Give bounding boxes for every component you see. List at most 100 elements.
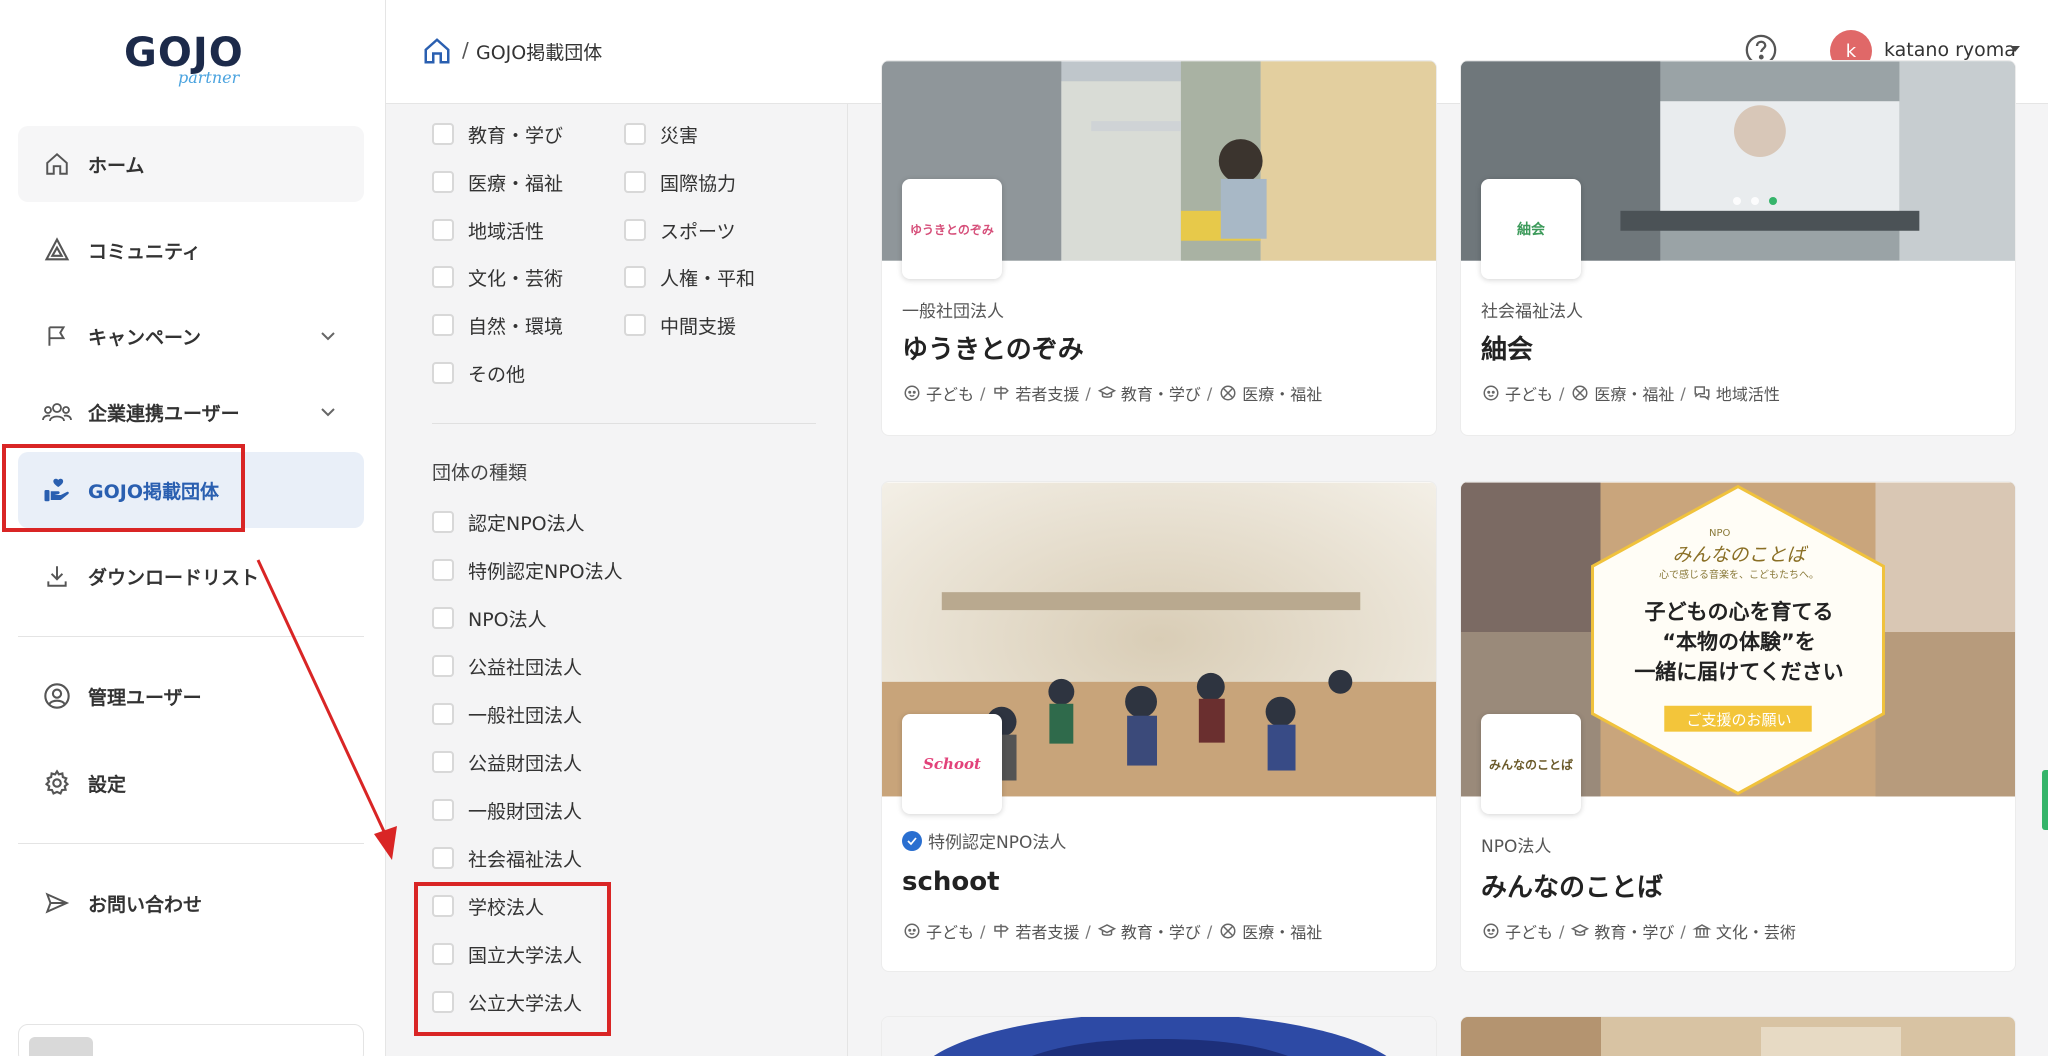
checkbox[interactable] [432,219,454,241]
checkbox[interactable] [624,219,646,241]
checkbox[interactable] [432,751,454,773]
sidebar-item-label: キャンペーン [88,326,202,349]
organization-name: みんなのことば [1481,873,1664,903]
organization-card[interactable]: Schoot 特例認定NPO法人 schoot 子ども / 若者支援 / 教育・学び… [881,481,1437,972]
org-type-title: 団体の種類 [432,462,528,484]
organization-logo: Schoot [902,714,1002,814]
graduation-cap-icon [1097,921,1117,941]
banner-headline: “本物の体験”を [1662,630,1816,654]
user-name[interactable]: katano ryoma [1884,39,2016,61]
checkbox[interactable] [432,799,454,821]
medical-icon [1218,921,1238,941]
checkbox[interactable] [432,314,454,336]
organization-card[interactable]: 紬会 社会福祉法人 紬会 子ども / 医療・福祉 / 地域活性 [1460,60,2016,436]
organization-name: ゆうきとのぞみ [902,335,1084,365]
child-icon [902,383,922,403]
checkbox[interactable] [432,171,454,193]
checkbox[interactable] [624,171,646,193]
filter-category-intermediary[interactable]: 中間支援 [624,310,736,340]
carousel-dot[interactable] [1751,197,1759,205]
sidebar-item-corporate-users[interactable]: 企業連携ユーザー [18,374,364,450]
users-icon [40,395,74,429]
filter-org-type[interactable]: 特例認定NPO法人 [432,555,623,585]
checkbox[interactable] [624,314,646,336]
gojo-logo[interactable]: GOJO partner [124,30,264,90]
checkbox[interactable] [432,559,454,581]
sidebar-item-home[interactable]: ホーム [18,126,364,202]
filter-org-type[interactable]: 社会福祉法人 [432,843,582,873]
sidebar-item-label: 設定 [88,773,127,796]
filter-category-sports[interactable]: スポーツ [624,215,736,245]
sidebar-item-contact[interactable]: お問い合わせ [18,865,364,941]
checkbox-label: 社会福祉法人 [468,848,583,871]
sidebar-item-label: お問い合わせ [88,893,203,916]
organization-tags: 子ども / 若者支援 / 教育・学び / 医療・福祉 [902,381,1322,405]
checkbox[interactable] [624,123,646,145]
checkbox[interactable] [432,847,454,869]
filter-category-education[interactable]: 教育・学び [432,119,563,149]
sidebar-item-download-list[interactable]: ダウンロードリスト [18,538,364,614]
sidebar-item-community[interactable]: コミュニティ [18,212,364,288]
child-icon [1481,921,1501,941]
tag: 若者支援 / [991,381,1096,405]
sidebar-item-settings[interactable]: 設定 [18,745,364,821]
organization-card[interactable] [881,1016,1437,1056]
graduation-cap-icon [1570,921,1590,941]
carousel-dot-active[interactable] [1769,197,1777,205]
gear-icon [40,766,74,800]
checkbox-label: スポーツ [660,220,736,243]
carousel-dot[interactable] [1733,197,1741,205]
sidebar-item-campaign[interactable]: キャンペーン [18,298,364,374]
card-cover-image [882,1017,1436,1056]
filter-org-type[interactable]: NPO法人 [432,603,547,633]
filter-category-culture[interactable]: 文化・芸術 [432,262,563,292]
card-cover-image [1461,1017,2015,1056]
tag-label: 教育・学び [1120,385,1201,404]
organization-type-text: NPO法人 [1481,837,1552,857]
carousel-dots[interactable] [1733,197,1777,205]
tag-label: 若者支援 [1015,385,1080,404]
organization-logo-text: ゆうきとのぞみ [910,222,994,237]
checkbox[interactable] [432,123,454,145]
caret-down-icon[interactable] [2010,46,2020,52]
filter-category-other[interactable]: その他 [432,358,525,388]
sidebar-item-label: ホーム [88,154,145,177]
checkbox[interactable] [432,607,454,629]
banner-badge: NPO [1709,528,1731,539]
organization-card[interactable]: NPO みんなのことば 心で感じる音楽を、こどもたちへ。 子どもの心を育てる “… [1460,481,2016,972]
filter-category-nature[interactable]: 自然・環境 [432,310,563,340]
checkbox[interactable] [432,511,454,533]
organization-tags: 子ども / 医療・福祉 / 地域活性 [1481,381,1780,405]
chevron-down-icon [316,324,340,348]
filter-category-regional[interactable]: 地域活性 [432,215,544,245]
checkbox[interactable] [432,362,454,384]
sidebar-item-label: 管理ユーザー [88,686,202,709]
checkbox[interactable] [432,655,454,677]
sidebar-item-label: 企業連携ユーザー [88,402,240,425]
filter-category-medical[interactable]: 医療・福祉 [432,167,563,197]
checkbox[interactable] [432,703,454,725]
filter-org-type[interactable]: 公益社団法人 [432,651,582,681]
sidebar-bottom-panel[interactable] [18,1024,364,1056]
tag-label: 教育・学び [1594,923,1675,942]
breadcrumb-home-icon[interactable] [422,36,452,66]
organization-card[interactable]: ゆうきとのぞみ 一般社団法人 ゆうきとのぞみ 子ども / 若者支援 / 教育・学び /… [881,60,1437,436]
filter-org-type[interactable]: 一般財団法人 [432,795,582,825]
organization-card[interactable] [1460,1016,2016,1056]
collapse-toggle[interactable] [29,1037,93,1056]
filter-org-type[interactable]: 認定NPO法人 [432,507,585,537]
checkbox[interactable] [432,266,454,288]
organization-logo-text: Schoot [923,755,981,773]
child-icon [902,921,922,941]
banner-subtitle: 心で感じる音楽を、こどもたちへ。 [1659,570,1819,581]
filter-category-human-rights[interactable]: 人権・平和 [624,262,755,292]
organization-type: 特例認定NPO法人 [902,828,1066,853]
filter-org-type[interactable]: 一般社団法人 [432,699,582,729]
sidebar-item-admin-users[interactable]: 管理ユーザー [18,658,364,734]
filter-category-disaster[interactable]: 災害 [624,119,698,149]
filter-category-international[interactable]: 国際協力 [624,167,736,197]
checkbox[interactable] [624,266,646,288]
filter-org-type[interactable]: 公益財団法人 [432,747,582,777]
checkbox-label: 教育・学び [468,124,564,147]
verified-badge-icon [902,830,922,851]
